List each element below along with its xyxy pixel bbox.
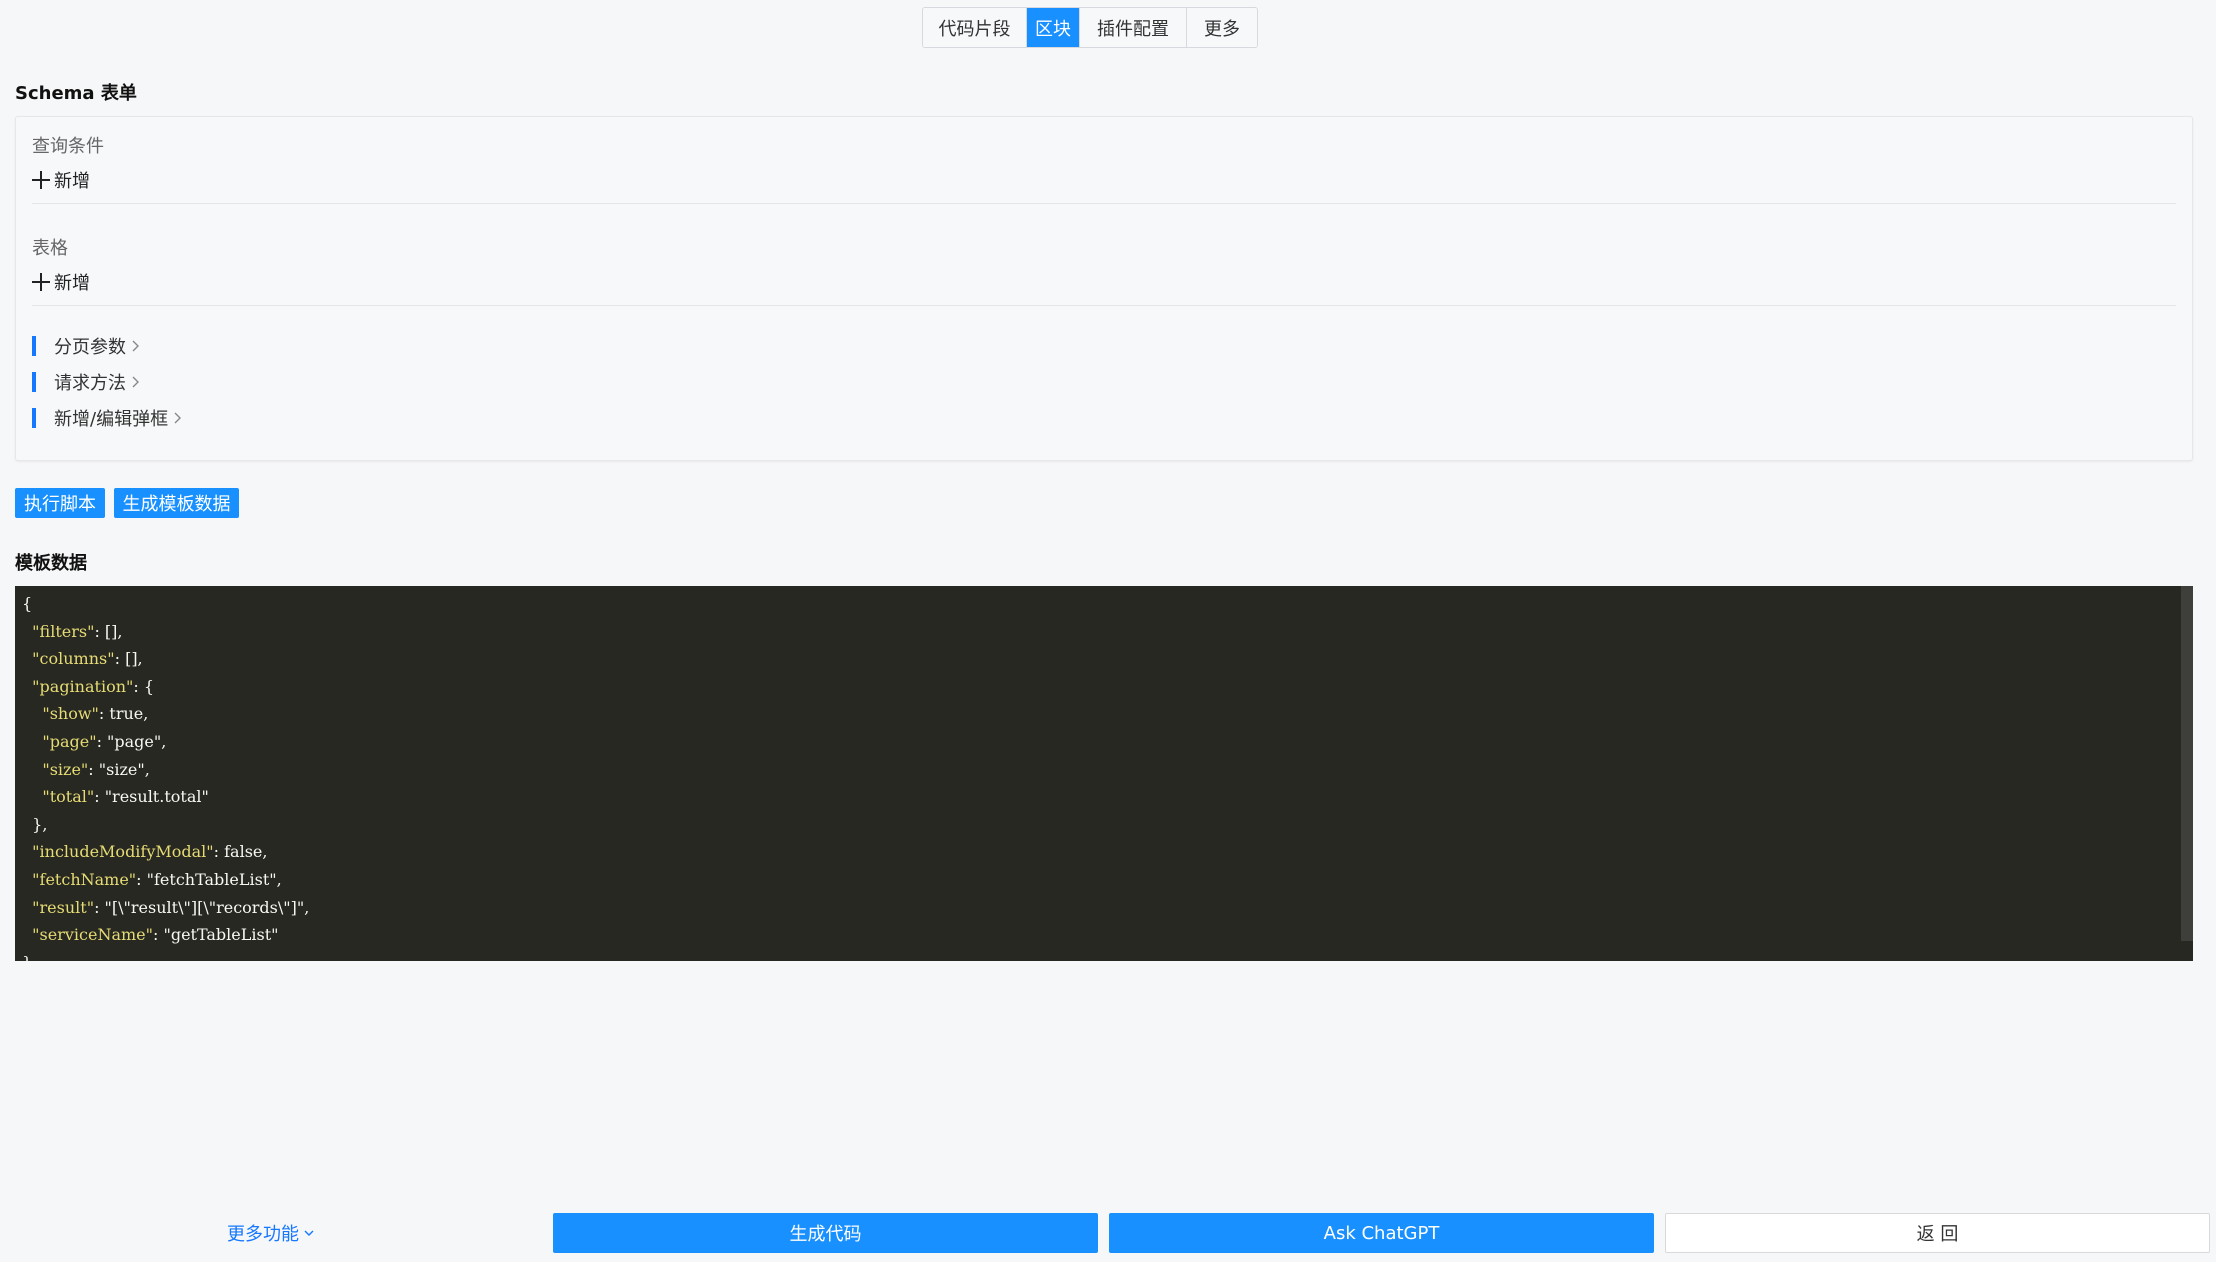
tab-plugin-config[interactable]: 插件配置 xyxy=(1080,8,1187,47)
more-functions-dropdown[interactable]: 更多功能 xyxy=(227,1220,315,1246)
chevron-right-icon xyxy=(172,412,184,424)
add-label: 新增 xyxy=(54,273,90,294)
accent-bar xyxy=(32,372,36,392)
add-table-column-button[interactable]: 新增 xyxy=(32,269,90,295)
run-script-button[interactable]: 执行脚本 xyxy=(15,488,105,518)
code-content: { "filters": [], "columns": [], "paginat… xyxy=(22,594,310,961)
config-item-request-method[interactable]: 请求方法 xyxy=(32,371,142,394)
tab-more[interactable]: 更多 xyxy=(1187,8,1257,47)
chevron-down-icon xyxy=(303,1227,315,1239)
config-item-label: 请求方法 xyxy=(54,373,126,394)
chevron-right-icon xyxy=(130,340,142,352)
tab-blocks[interactable]: 区块 xyxy=(1027,8,1080,47)
config-item-label: 新增/编辑弹框 xyxy=(54,409,169,430)
back-button[interactable]: 返 回 xyxy=(1665,1213,2210,1253)
plus-icon xyxy=(32,171,50,189)
more-functions-label: 更多功能 xyxy=(227,1224,299,1245)
schema-form-panel: 查询条件 新增 表格 新增 分页参数 请求方法 新增/编辑弹框 xyxy=(15,116,2193,461)
top-tabs: 代码片段 区块 插件配置 更多 xyxy=(922,7,1258,48)
divider xyxy=(32,203,2176,204)
app-root: 代码片段 区块 插件配置 更多 Schema 表单 查询条件 新增 表格 新增 … xyxy=(0,0,2216,1262)
config-item-add-edit-modal[interactable]: 新增/编辑弹框 xyxy=(32,407,184,430)
config-item-pagination[interactable]: 分页参数 xyxy=(32,335,142,358)
chevron-right-icon xyxy=(130,376,142,388)
generate-template-data-button[interactable]: 生成模板数据 xyxy=(114,488,239,518)
ask-chatgpt-button[interactable]: Ask ChatGPT xyxy=(1109,1213,1654,1253)
add-query-condition-button[interactable]: 新增 xyxy=(32,167,90,193)
config-item-label: 分页参数 xyxy=(54,337,126,358)
plus-icon xyxy=(32,273,50,291)
accent-bar xyxy=(32,408,36,428)
template-data-title: 模板数据 xyxy=(15,553,87,574)
tab-code-snippets[interactable]: 代码片段 xyxy=(923,8,1027,47)
divider xyxy=(32,305,2176,306)
add-label: 新增 xyxy=(54,171,90,192)
editor-scrollbar[interactable] xyxy=(2181,586,2193,941)
table-label: 表格 xyxy=(32,238,68,259)
query-conditions-label: 查询条件 xyxy=(32,136,104,157)
generate-code-button[interactable]: 生成代码 xyxy=(553,1213,1098,1253)
accent-bar xyxy=(32,336,36,356)
schema-form-title: Schema 表单 xyxy=(15,83,137,104)
code-editor[interactable]: { "filters": [], "columns": [], "paginat… xyxy=(15,586,2193,961)
